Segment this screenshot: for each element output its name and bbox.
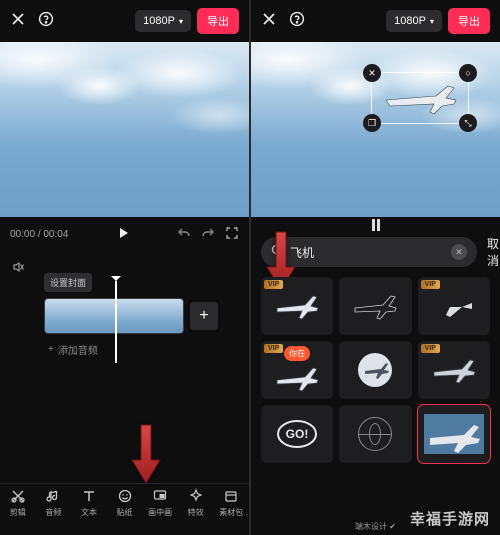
nav-label: 音频 [45,507,61,518]
nav-label: 特效 [188,507,204,518]
tutorial-arrow-icon [130,423,162,485]
nav-package[interactable]: 素材包 [213,488,249,533]
mute-toggle[interactable] [12,261,237,273]
add-audio-row[interactable]: + 添加音频 [48,342,237,357]
sticker-plane-side[interactable]: VIP [418,341,490,399]
nav-label: 画中画 [148,507,172,518]
cover-chip[interactable]: 设置封面 [44,273,92,292]
nav-pip[interactable]: 画中画 [142,488,178,533]
sticker-plane-round[interactable] [339,341,411,399]
help-icon[interactable] [38,11,54,32]
effects-icon [188,488,204,504]
sticker-pane: 1080P ▾ 导出 ✕ ○ ❐ ⤡ [249,0,500,535]
nav-label: 文本 [81,507,97,518]
add-audio-label: 添加音频 [58,342,98,357]
help-icon[interactable] [289,11,305,32]
edit-handle-icon[interactable]: ○ [459,64,477,82]
checkmark-icon: ✔ [389,522,396,531]
close-icon[interactable] [10,11,26,32]
copy-handle-icon[interactable]: ❐ [363,114,381,132]
search-input[interactable] [290,245,445,259]
sticker-transform-box[interactable]: ✕ ○ ❐ ⤡ [371,72,469,124]
playhead[interactable] [115,281,117,363]
play-controls: 00:00 / 00:04 [0,217,249,251]
clear-search-icon[interactable]: ✕ [451,244,467,260]
sticker-plane-white[interactable]: VIP [261,277,333,335]
video-preview[interactable]: ✕ ○ ❐ ⤡ [251,42,500,217]
vip-badge: VIP [421,280,440,289]
chevron-down-icon: ▾ [430,17,434,26]
timeline[interactable]: 设置封面 + + 添加音频 [0,251,249,361]
nav-sticker[interactable]: 贴纸 [107,488,143,533]
vip-badge: VIP [264,280,283,289]
chevron-down-icon: ▾ [179,17,183,26]
pip-icon [152,488,168,504]
nav-label: 素材包 [219,507,243,518]
bottom-nav: 剪辑 音频 文本 贴纸 画中画 特效 素材包 [0,483,249,535]
scissors-icon [10,488,26,504]
top-bar: 1080P ▾ 导出 [251,0,500,42]
sticker-go-stamp[interactable]: GO! [261,405,333,463]
nav-scissors[interactable]: 剪辑 [0,488,36,533]
add-clip-button[interactable]: + [190,302,218,330]
video-preview[interactable] [0,42,249,217]
vip-badge: VIP [421,344,440,353]
close-icon[interactable] [261,11,277,32]
resolution-selector[interactable]: 1080P ▾ [386,10,442,32]
nav-text[interactable]: 文本 [71,488,107,533]
svg-text:GO!: GO! [286,427,309,441]
time-total: 00:04 [43,229,68,240]
delete-handle-icon[interactable]: ✕ [363,64,381,82]
export-button[interactable]: 导出 [448,8,490,34]
sticker-plane-silhouette[interactable]: VIP [418,277,490,335]
vip-badge: VIP [264,344,283,353]
resolution-label: 1080P [143,15,175,27]
fullscreen-button[interactable] [225,226,239,243]
time-readout: 00:00 / 00:04 [10,229,68,240]
plane-sticker[interactable] [372,73,468,123]
sticker-grid: VIPVIPVIP你在VIPGO! [251,277,500,493]
top-bar: 1080P ▾ 导出 [0,0,249,42]
sticker-plane-cartoon-tag[interactable]: VIP你在 [261,341,333,399]
text-icon [81,488,97,504]
resolution-label: 1080P [394,15,426,27]
export-button[interactable]: 导出 [197,8,239,34]
undo-button[interactable] [177,226,191,243]
nav-effects[interactable]: 特效 [178,488,214,533]
play-button[interactable] [116,226,130,243]
music-icon [45,488,61,504]
nav-music[interactable]: 音频 [36,488,72,533]
watermark-text: 幸福手游网 [410,508,490,529]
editor-pane: 1080P ▾ 导出 00:00 / 00:04 [0,0,249,535]
sticker-plane-photo[interactable] [418,405,490,463]
nav-label: 贴纸 [117,507,133,518]
time-current: 00:00 [10,229,35,240]
cancel-button[interactable]: 取消 [487,235,499,269]
redo-button[interactable] [201,226,215,243]
sticker-globe[interactable] [339,405,411,463]
creator-credit: 端木设计 [355,522,387,531]
scale-handle-icon[interactable]: ⤡ [459,114,477,132]
sticker-icon [117,488,133,504]
sticker-plane-outline[interactable] [339,277,411,335]
resolution-selector[interactable]: 1080P ▾ [135,10,191,32]
nav-label: 剪辑 [10,507,26,518]
package-icon [223,488,239,504]
